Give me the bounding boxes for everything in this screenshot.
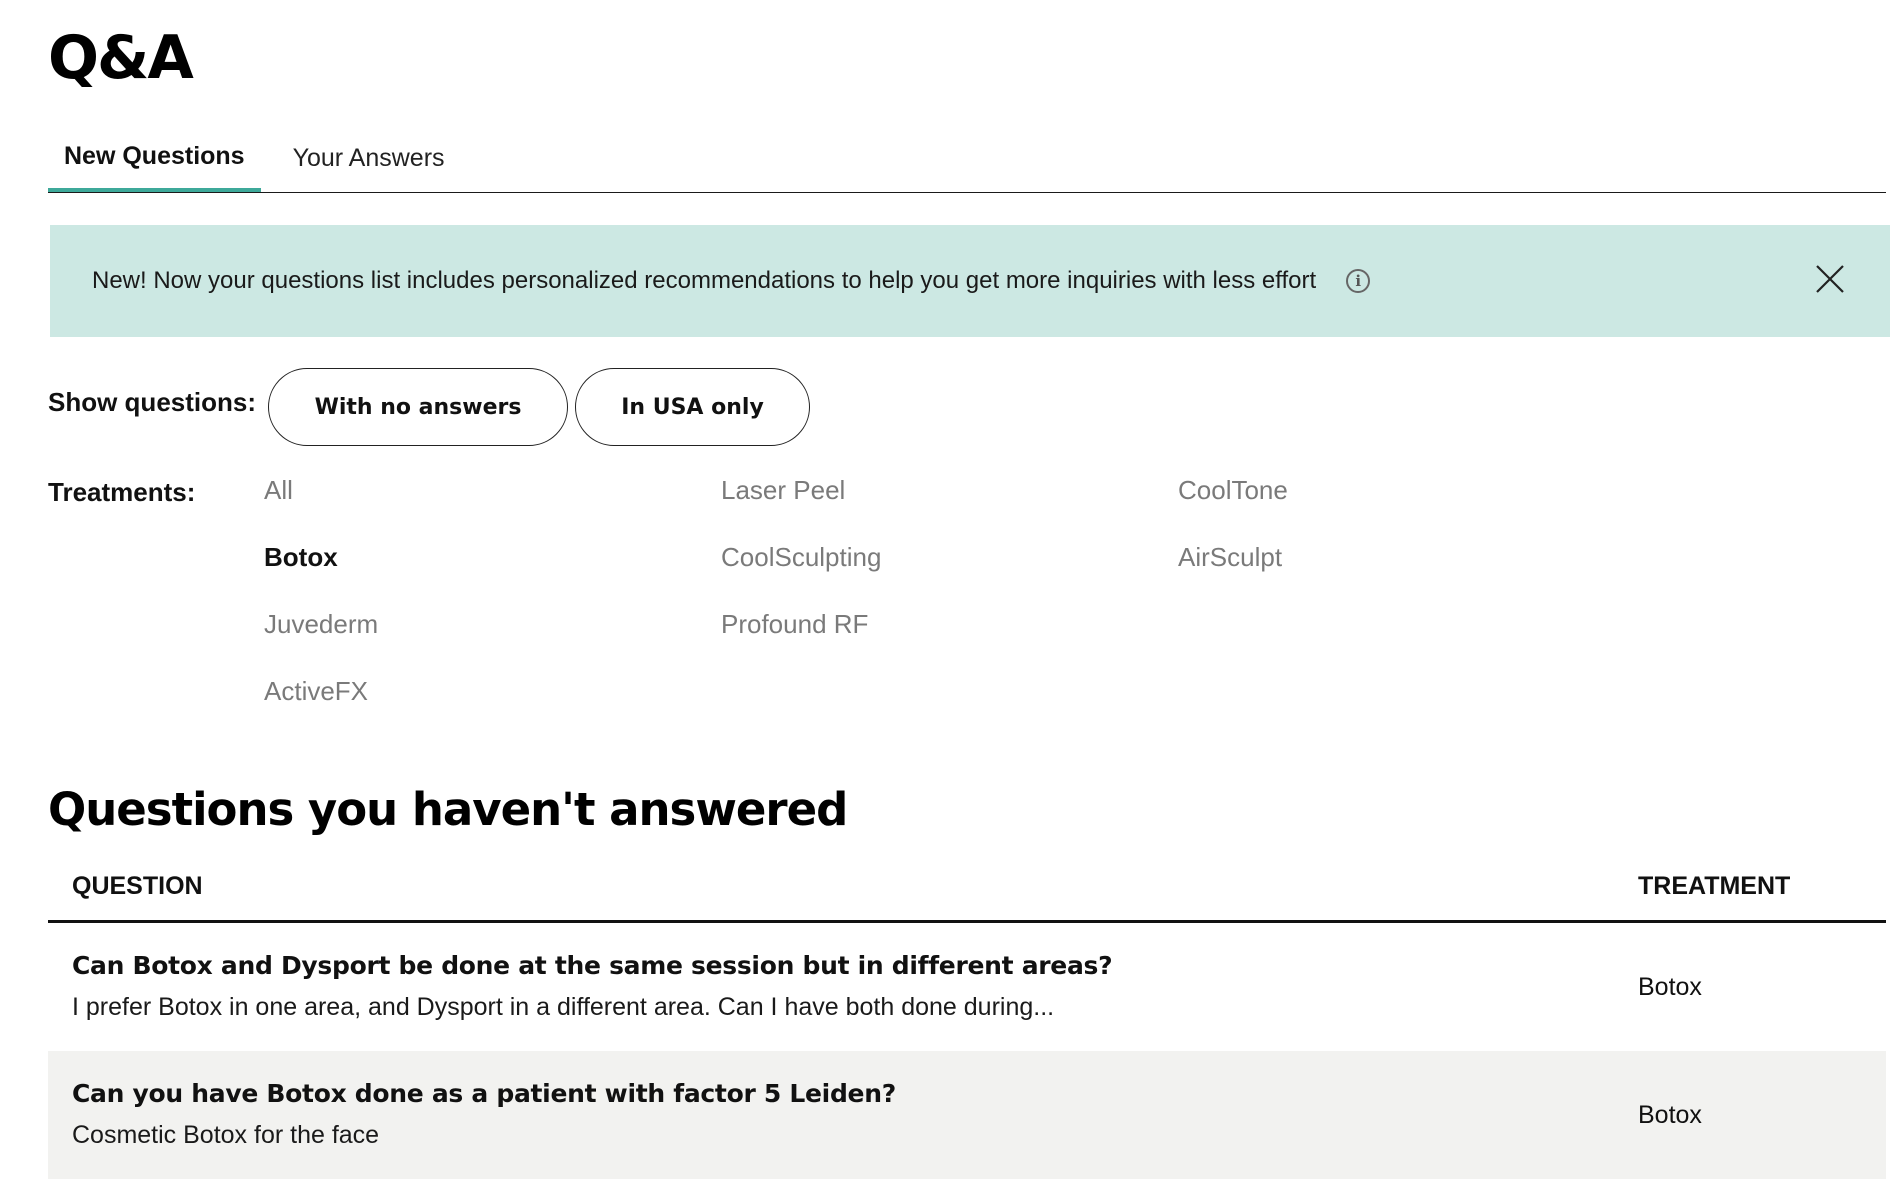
tab-bar: New Questions Your Answers [48, 124, 1886, 193]
question-treatment: Botox [1638, 973, 1702, 1001]
close-x-icon[interactable] [1814, 263, 1846, 295]
question-description: Cosmetic Botox for the face [72, 1121, 380, 1149]
treatment-activefx[interactable]: ActiveFX [264, 671, 721, 738]
filter-with-no-answers-button[interactable]: With no answers [268, 368, 568, 446]
treatment-botox[interactable]: Botox [264, 537, 721, 604]
page-title: Q&A [48, 23, 194, 93]
treatment-laser-peel[interactable]: Laser Peel [721, 470, 1178, 537]
treatment-empty-slot [1178, 604, 1635, 671]
treatment-coolsculpting[interactable]: CoolSculpting [721, 537, 1178, 604]
question-title[interactable]: Can Botox and Dysport be done at the sam… [72, 951, 1113, 980]
question-treatment: Botox [1638, 1101, 1702, 1129]
treatment-profound-rf[interactable]: Profound RF [721, 604, 1178, 671]
filter-in-usa-only-button[interactable]: In USA only [575, 368, 810, 446]
table-row[interactable]: Can Botox and Dysport be done at the sam… [48, 923, 1886, 1051]
treatment-cooltone[interactable]: CoolTone [1178, 470, 1635, 537]
show-questions-label: Show questions: [48, 387, 256, 417]
info-circle-icon[interactable]: i [1346, 269, 1371, 293]
treatment-all[interactable]: All [264, 470, 721, 537]
banner-text: New! Now your questions list includes pe… [92, 267, 1317, 294]
questions-table: QUESTION TREATMENT Can Botox and Dysport… [48, 852, 1886, 1179]
tab-new-questions[interactable]: New Questions [48, 124, 261, 192]
table-row[interactable]: Can you have Botox done as a patient wit… [48, 1051, 1886, 1179]
question-description: I prefer Botox in one area, and Dysport … [72, 993, 1055, 1021]
table-header: QUESTION TREATMENT [48, 852, 1886, 923]
treatment-filter-list: All Laser Peel CoolTone Botox CoolSculpt… [264, 470, 1664, 750]
column-header-treatment: TREATMENT [1638, 871, 1791, 900]
tab-your-answers[interactable]: Your Answers [261, 124, 461, 192]
recommendations-banner: New! Now your questions list includes pe… [50, 225, 1890, 337]
question-title[interactable]: Can you have Botox done as a patient wit… [72, 1079, 896, 1108]
treatment-juvederm[interactable]: Juvederm [264, 604, 721, 671]
column-header-question: QUESTION [72, 871, 203, 900]
treatments-label: Treatments: [48, 477, 196, 507]
section-title: Questions you haven't answered [48, 783, 848, 836]
treatment-airsculpt[interactable]: AirSculpt [1178, 537, 1635, 604]
